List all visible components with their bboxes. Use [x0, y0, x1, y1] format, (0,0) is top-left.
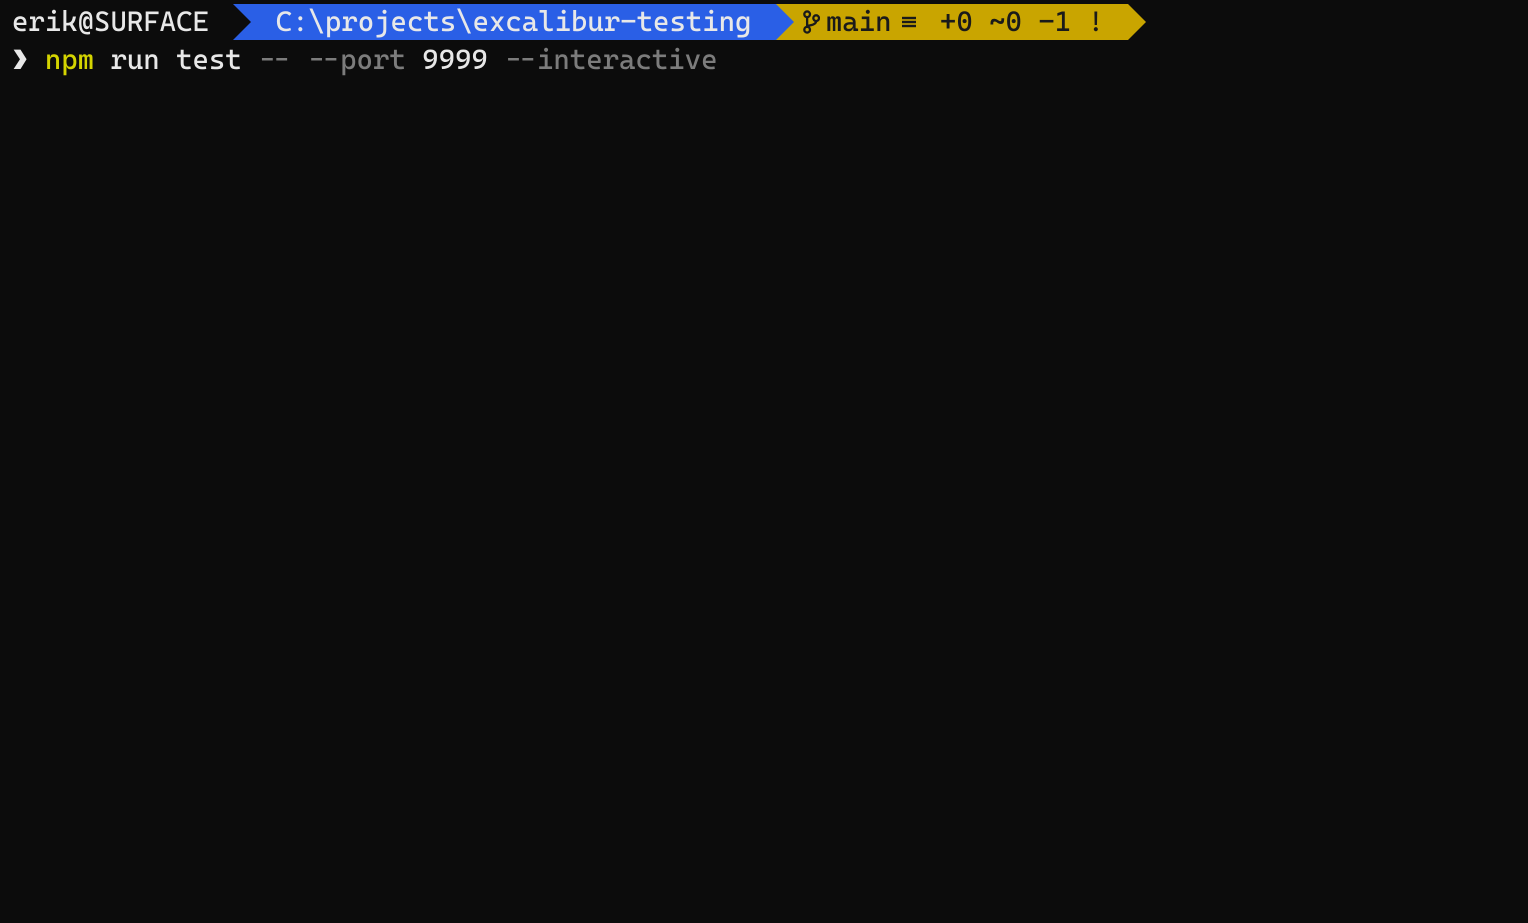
command-flag: --port — [307, 42, 422, 78]
terminal[interactable]: erik@SURFACE C:\projects\excalibur-testi… — [0, 0, 1528, 923]
command-line[interactable]: ❯ npm run test -- --port 9999 --interact… — [4, 40, 1524, 78]
command-separator: -- — [258, 42, 307, 78]
command-arg: test — [176, 42, 258, 78]
git-branch-name: main — [826, 4, 892, 40]
prompt-line: erik@SURFACE C:\projects\excalibur-testi… — [4, 4, 1524, 40]
prompt-git-segment: main +0 ~0 -1 ! — [776, 4, 1129, 40]
git-status-counts: +0 ~0 -1 ! — [924, 4, 1121, 40]
command-arg: run — [110, 42, 176, 78]
prompt-user-host: erik@SURFACE — [12, 4, 225, 40]
prompt-path: C:\projects\excalibur-testing — [259, 4, 768, 40]
command-value: 9999 — [422, 42, 504, 78]
command-executable: npm — [45, 42, 111, 78]
prompt-symbol: ❯ — [12, 42, 45, 78]
chevron-right-icon — [233, 4, 251, 40]
chevron-right-icon — [776, 4, 794, 40]
prompt-user-host-segment: erik@SURFACE — [4, 4, 233, 40]
git-branch-icon — [802, 9, 820, 35]
git-sync-equal-icon — [900, 13, 918, 31]
command-flag: --interactive — [504, 42, 717, 78]
chevron-right-icon — [1128, 4, 1146, 40]
prompt-path-segment: C:\projects\excalibur-testing — [233, 4, 776, 40]
